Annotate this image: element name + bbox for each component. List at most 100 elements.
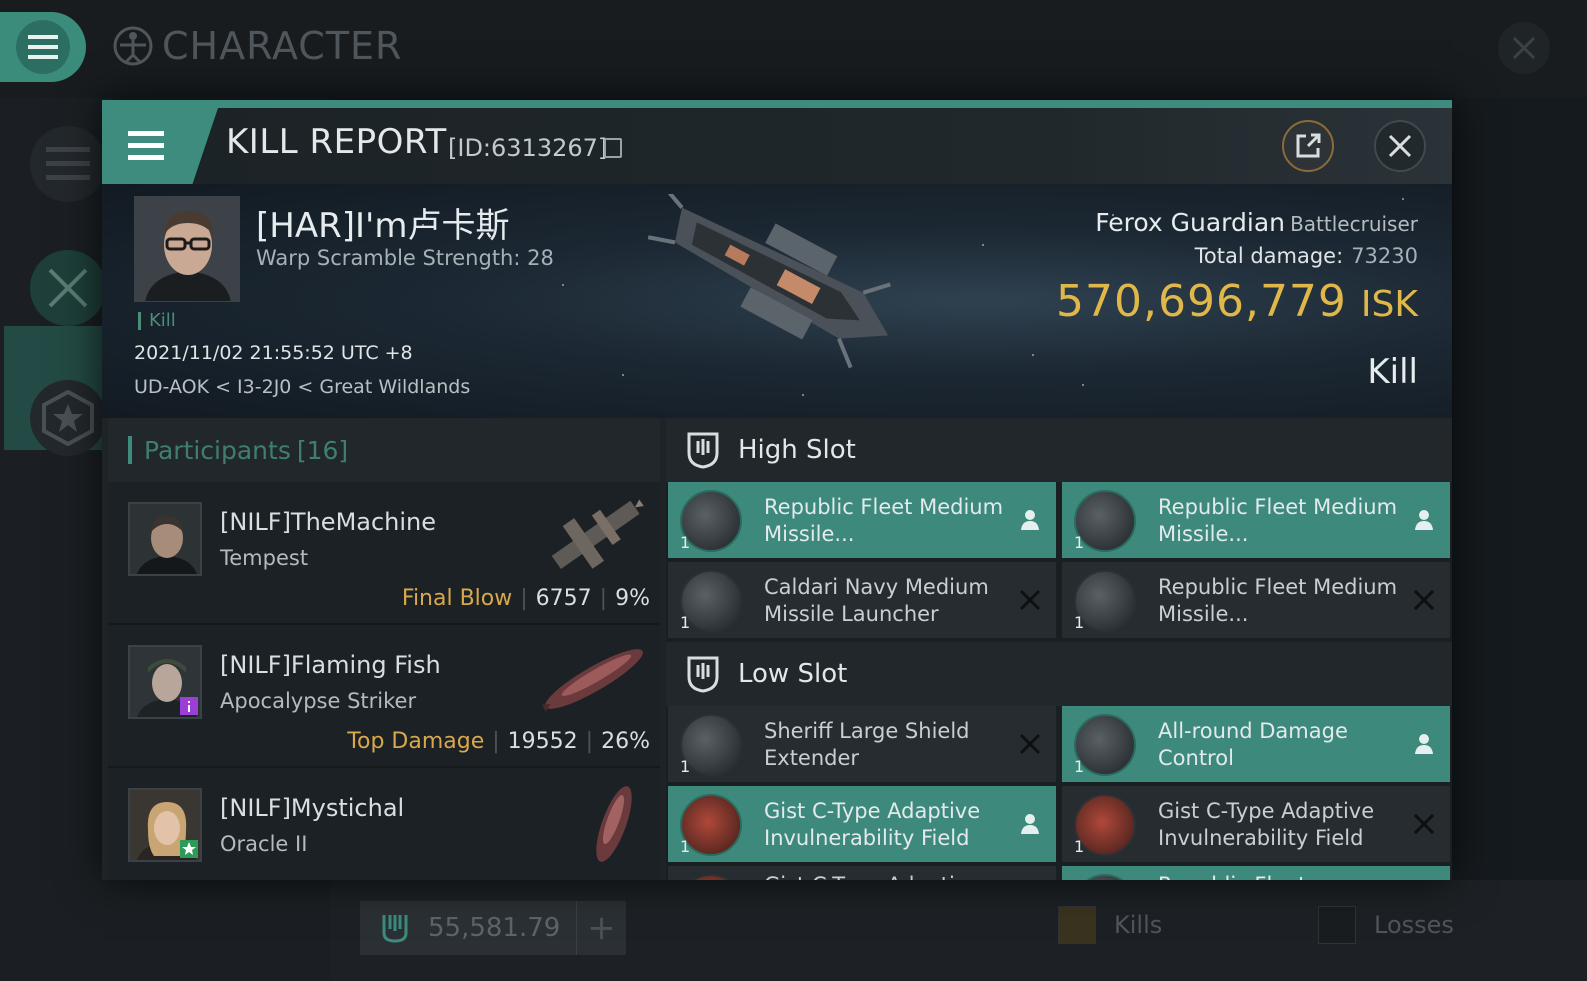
invulnerability-field-icon (680, 874, 742, 880)
participant-row[interactable]: [NILF]TheMachine Tempest Final Blow | 6757… (108, 482, 660, 625)
participant-damage: 6757 (535, 586, 592, 611)
destroyed-x-icon (1413, 589, 1435, 611)
module-quantity: 1 (1074, 533, 1085, 552)
participants-header: Participants [16] (108, 418, 660, 482)
participant-ship-image (541, 649, 643, 712)
participant-ship-image (551, 499, 644, 569)
losses-legend-label: Losses (1374, 911, 1454, 939)
fitting-panel: High Slot 1 Republic Fleet Medium Missil… (666, 418, 1452, 880)
module-quantity: 1 (1074, 613, 1085, 632)
participants-count: [16] (296, 435, 349, 465)
module-quantity: 1 (680, 837, 691, 856)
copy-id-icon[interactable] (604, 138, 622, 158)
low-slot-grid: 1 Sheriff Large Shield Extender 1 All-ro… (666, 706, 1452, 880)
module-card[interactable]: 1 Republic Fleet Medium Missile... (668, 482, 1056, 558)
hamburger-icon (128, 131, 164, 160)
participant-row[interactable]: [NILF]Mystichal Oracle II (108, 768, 660, 880)
dropped-person-icon (1021, 814, 1039, 834)
participant-ship: Apocalypse Striker (220, 689, 417, 713)
module-quantity: 1 (1074, 837, 1085, 856)
isk-value-unit: ISK (1360, 284, 1418, 325)
module-name: Republic Fleet Medium Missile... (1158, 495, 1398, 546)
isk-balance-value: 55,581.79 (428, 913, 561, 943)
participants-accent-bar (128, 436, 132, 464)
victim-summary: [HAR]I'm卢卡斯 Warp Scramble Strength: 28 K… (102, 184, 1452, 418)
participant-percent: 26% (601, 729, 650, 754)
victim-name[interactable]: [HAR]I'm卢卡斯 (256, 198, 509, 247)
sidebar-medals-item[interactable] (30, 380, 106, 456)
victim-location[interactable]: UD-AOK < I3-2J0 < Great Wildlands (134, 376, 470, 398)
module-name: Republic Fleet Medium Missile... (764, 495, 1004, 546)
victim-ship-name[interactable]: Ferox Guardian (1095, 208, 1285, 237)
character-menu-button[interactable] (0, 12, 86, 82)
character-title-text: CHARACTER (162, 24, 403, 68)
module-card[interactable]: Gist C-Type Adaptive (668, 866, 1056, 880)
module-name: Republic Fleet (1158, 872, 1406, 880)
sidebar-menu-item[interactable] (30, 126, 106, 202)
add-isk-button[interactable]: + (576, 901, 626, 955)
share-button[interactable] (1282, 120, 1334, 172)
close-button[interactable] (1374, 120, 1426, 172)
star-badge-icon (180, 840, 198, 858)
module-quantity: 1 (680, 533, 691, 552)
module-quantity: 1 (1074, 757, 1085, 776)
module-card[interactable]: 1 Republic Fleet Medium Missile... (1062, 482, 1450, 558)
participant-name[interactable]: [NILF]Flaming Fish (220, 651, 441, 679)
hamburger-icon (28, 35, 58, 59)
participant-portrait[interactable] (128, 788, 202, 862)
dropped-person-icon (1415, 510, 1433, 530)
kill-report-menu-button[interactable] (102, 108, 218, 184)
participant-damage: 19552 (507, 729, 578, 754)
victim-total-damage: Total damage: 73230 (1195, 244, 1418, 268)
destroyed-x-icon (1019, 733, 1041, 755)
module-card[interactable]: 1 Sheriff Large Shield Extender (668, 706, 1056, 782)
participant-name[interactable]: [NILF]TheMachine (220, 508, 436, 536)
participant-portrait[interactable] (128, 645, 202, 719)
victim-kill-tag: Kill (138, 312, 176, 330)
participant-portrait[interactable] (128, 502, 202, 576)
victim-ship-line: Ferox Guardian Battlecruiser (1095, 208, 1418, 237)
destroyed-x-icon (1019, 589, 1041, 611)
participant-ship: Oracle II (220, 832, 308, 856)
isk-value-amount: 570,696,779 (1056, 276, 1347, 327)
character-close-button[interactable] (1498, 22, 1550, 74)
wallet-icon (382, 915, 408, 943)
victim-portrait[interactable] (134, 196, 240, 302)
participant-role: Final Blow (401, 586, 513, 611)
crossed-swords-icon (48, 268, 88, 308)
stats-separator: | (599, 586, 608, 611)
info-badge-icon (180, 697, 198, 715)
victim-timestamp: 2021/11/02 21:55:52 UTC +8 (134, 342, 413, 364)
participant-name[interactable]: [NILF]Mystichal (220, 794, 404, 822)
pilot-portrait-image (135, 197, 239, 301)
dropped-person-icon (1021, 510, 1039, 530)
module-quantity: 1 (680, 613, 691, 632)
module-card[interactable]: 1 All-round Damage Control (1062, 706, 1450, 782)
character-title: CHARACTER (112, 24, 402, 68)
vitruvian-icon (113, 26, 153, 66)
victim-ship-image[interactable] (638, 194, 928, 374)
module-name: Gist C-Type Adaptive Invulnerability Fie… (1158, 799, 1375, 850)
kill-report-id: [ID:6313267] (448, 134, 608, 162)
module-card[interactable]: 1 Gist C-Type Adaptive Invulnerability F… (1062, 786, 1450, 862)
participant-row[interactable]: [NILF]Flaming Fish Apocalypse Striker To… (108, 625, 660, 768)
destroyed-x-icon (1413, 813, 1435, 835)
kill-report-title: KILL REPORT (226, 122, 447, 162)
sidebar-combat-item[interactable] (30, 250, 106, 326)
stats-separator: | (585, 729, 594, 754)
high-slot-title: High Slot (738, 435, 856, 465)
kill-result-label: Kill (1367, 352, 1418, 392)
high-slot-grid: 1 Republic Fleet Medium Missile... 1 Rep… (666, 482, 1452, 638)
module-card[interactable]: 1 Republic Fleet Medium Missile... (1062, 562, 1450, 638)
total-damage-label: Total damage: (1194, 244, 1344, 268)
module-card[interactable]: 1 Caldari Navy Medium Missile Launcher (668, 562, 1056, 638)
module-card[interactable]: Republic Fleet (1062, 866, 1450, 880)
module-name: Caldari Navy Medium Missile Launcher (764, 575, 989, 626)
close-icon (1388, 134, 1412, 158)
module-card[interactable]: 1 Gist C-Type Adaptive Invulnerability F… (668, 786, 1056, 862)
module-name: Gist C-Type Adaptive (764, 872, 1012, 880)
kills-legend-label: Kills (1114, 911, 1163, 939)
participants-title: Participants (144, 435, 291, 465)
victim-ship-class: Battlecruiser (1290, 212, 1418, 236)
participant-stats: Final Blow | 6757 | 9% (402, 586, 650, 611)
